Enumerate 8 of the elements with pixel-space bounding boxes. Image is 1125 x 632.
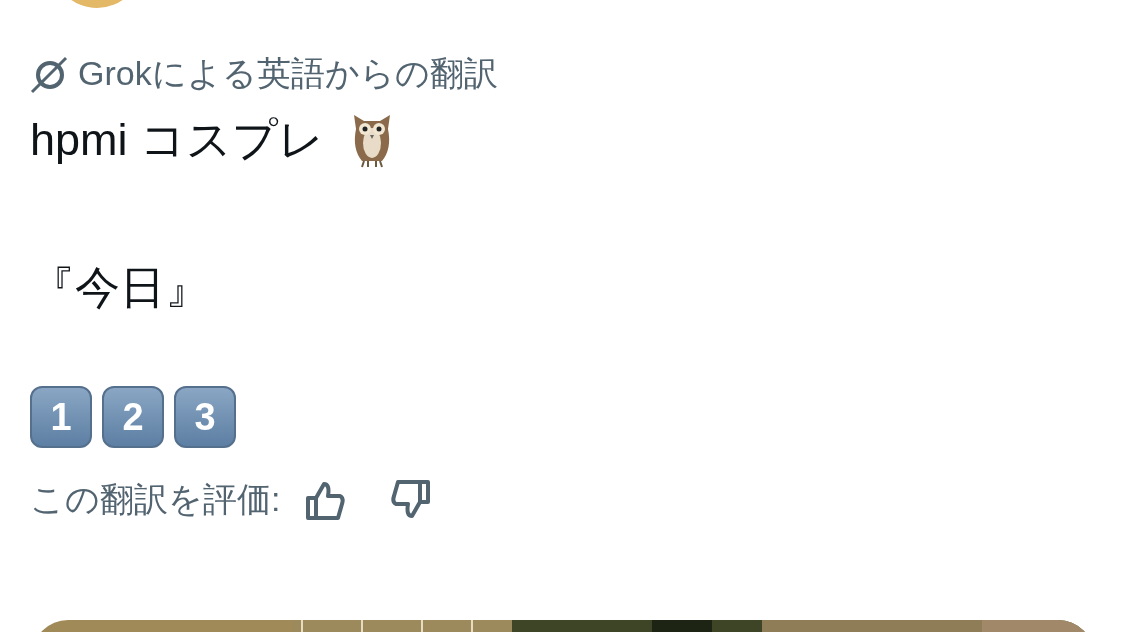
grok-icon bbox=[30, 54, 70, 94]
translation-label: Grokによる英語からの翻訳 bbox=[78, 53, 498, 94]
keycap: 3 bbox=[174, 386, 236, 448]
rating-label: この翻訳を評価: bbox=[30, 479, 281, 520]
keycap: 1 bbox=[30, 386, 92, 448]
post-title: hpmi コスプレ bbox=[30, 113, 325, 167]
post-text: 『今日』 bbox=[30, 261, 211, 315]
keycap: 2 bbox=[102, 386, 164, 448]
